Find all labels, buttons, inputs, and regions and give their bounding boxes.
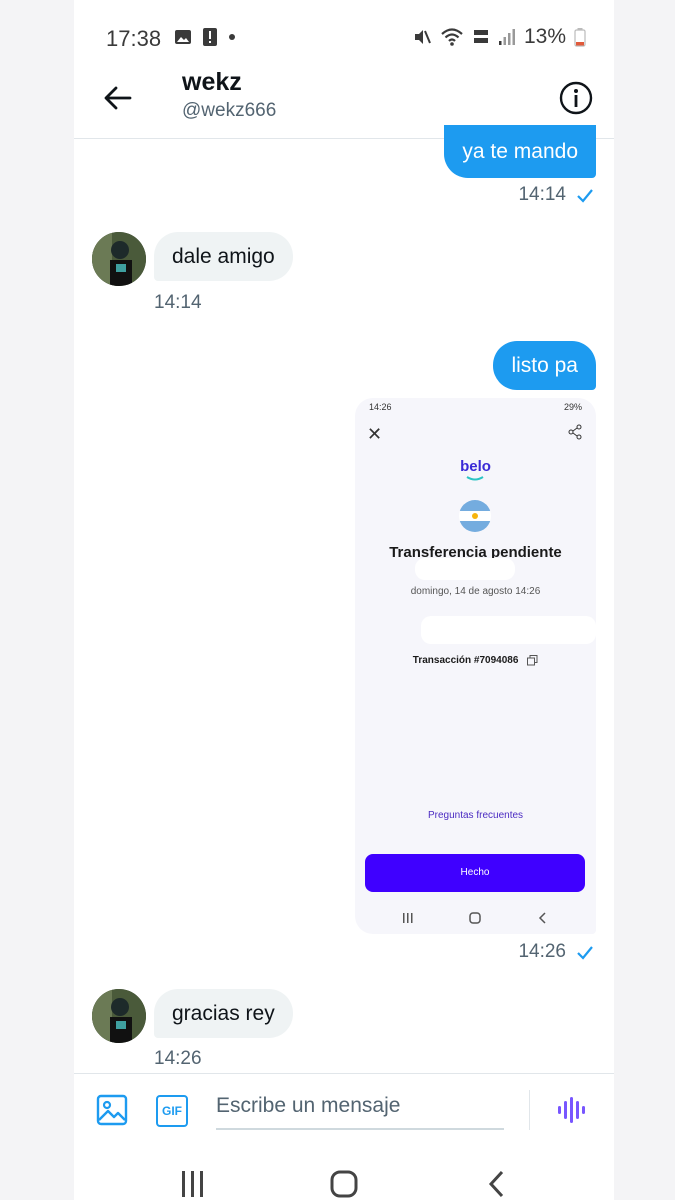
avatar-image xyxy=(92,232,146,286)
argentina-flag-icon xyxy=(459,500,491,532)
recent-apps-icon[interactable] xyxy=(178,1169,208,1199)
message-text: dale amigo xyxy=(172,245,275,268)
info-icon[interactable] xyxy=(558,80,594,116)
contact-avatar[interactable] xyxy=(92,232,146,286)
home-icon[interactable] xyxy=(329,1169,359,1199)
message-time: 14:14 xyxy=(154,292,202,313)
attachment-done-button: Hecho xyxy=(365,854,585,892)
sent-check-icon xyxy=(577,946,593,960)
contact-avatar[interactable] xyxy=(92,989,146,1043)
back-icon xyxy=(538,912,546,924)
contact-handle[interactable]: @wekz666 xyxy=(182,100,276,122)
belo-logo: belo xyxy=(460,458,491,475)
sent-check-icon xyxy=(577,189,593,203)
system-nav-bar xyxy=(74,1146,614,1200)
gif-label: GIF xyxy=(162,1104,182,1118)
message-bubble-incoming[interactable]: gracias rey xyxy=(154,989,293,1038)
attachment-status-battery: 29% xyxy=(563,402,582,412)
image-attachment[interactable]: 14:26 29% ✕ belo Transferencia pendiente… xyxy=(355,398,596,934)
attachment-faq-link: Preguntas frecuentes xyxy=(427,810,524,821)
volte-icon xyxy=(473,30,488,43)
phone-screen: 17:38 13% wekz @wekz666 ya te mando 14:1… xyxy=(74,0,614,1200)
message-bubble-incoming[interactable]: dale amigo xyxy=(154,232,293,281)
mute-icon xyxy=(414,30,431,44)
message-input[interactable]: Escribe un mensaje xyxy=(216,1094,400,1118)
image-upload-icon[interactable] xyxy=(96,1094,128,1126)
copy-icon xyxy=(527,655,538,666)
message-text: gracias rey xyxy=(172,1002,275,1025)
redaction-mark xyxy=(421,616,596,644)
battery-level: 13% xyxy=(523,25,566,48)
more-notifications-dot-icon xyxy=(229,34,235,40)
attachment-date: domingo, 14 de agosto 14:26 xyxy=(410,586,541,597)
message-bubble-outgoing[interactable]: listo pa xyxy=(493,341,596,390)
belo-logo-swoosh-icon xyxy=(466,476,484,481)
recent-apps-icon xyxy=(403,913,413,923)
left-margin xyxy=(0,0,74,1200)
status-time: 17:38 xyxy=(106,26,162,51)
input-underline xyxy=(216,1128,504,1130)
attachment-status-time: 14:26 xyxy=(369,402,392,412)
home-icon xyxy=(469,912,481,924)
message-composer: GIF Escribe un mensaje xyxy=(74,1073,614,1146)
contact-name[interactable]: wekz xyxy=(182,68,242,97)
message-time: 14:26 xyxy=(518,941,566,962)
signal-icon xyxy=(498,29,515,45)
composer-divider xyxy=(529,1090,530,1130)
message-time: 14:14 xyxy=(518,184,566,205)
attachment-transaction-id: Transacción #7094086 xyxy=(355,655,596,666)
alert-notification-icon xyxy=(203,28,217,46)
redaction-mark xyxy=(415,558,515,580)
back-icon[interactable] xyxy=(482,1169,512,1199)
message-text: listo pa xyxy=(511,354,578,377)
message-text: ya te mando xyxy=(462,140,578,163)
gif-button[interactable]: GIF xyxy=(156,1095,188,1127)
attachment-share-icon xyxy=(568,424,582,440)
gallery-notification-icon xyxy=(175,30,191,44)
message-bubble-outgoing[interactable]: ya te mando xyxy=(444,125,596,178)
attachment-nav-bar xyxy=(403,912,546,924)
battery-icon xyxy=(574,28,586,47)
back-arrow-icon[interactable] xyxy=(100,80,136,116)
right-margin xyxy=(614,0,675,1200)
wifi-icon xyxy=(441,28,463,46)
message-time: 14:26 xyxy=(154,1048,202,1069)
voice-message-icon[interactable] xyxy=(556,1095,586,1125)
attachment-close-icon: ✕ xyxy=(367,424,383,444)
avatar-image xyxy=(92,989,146,1043)
